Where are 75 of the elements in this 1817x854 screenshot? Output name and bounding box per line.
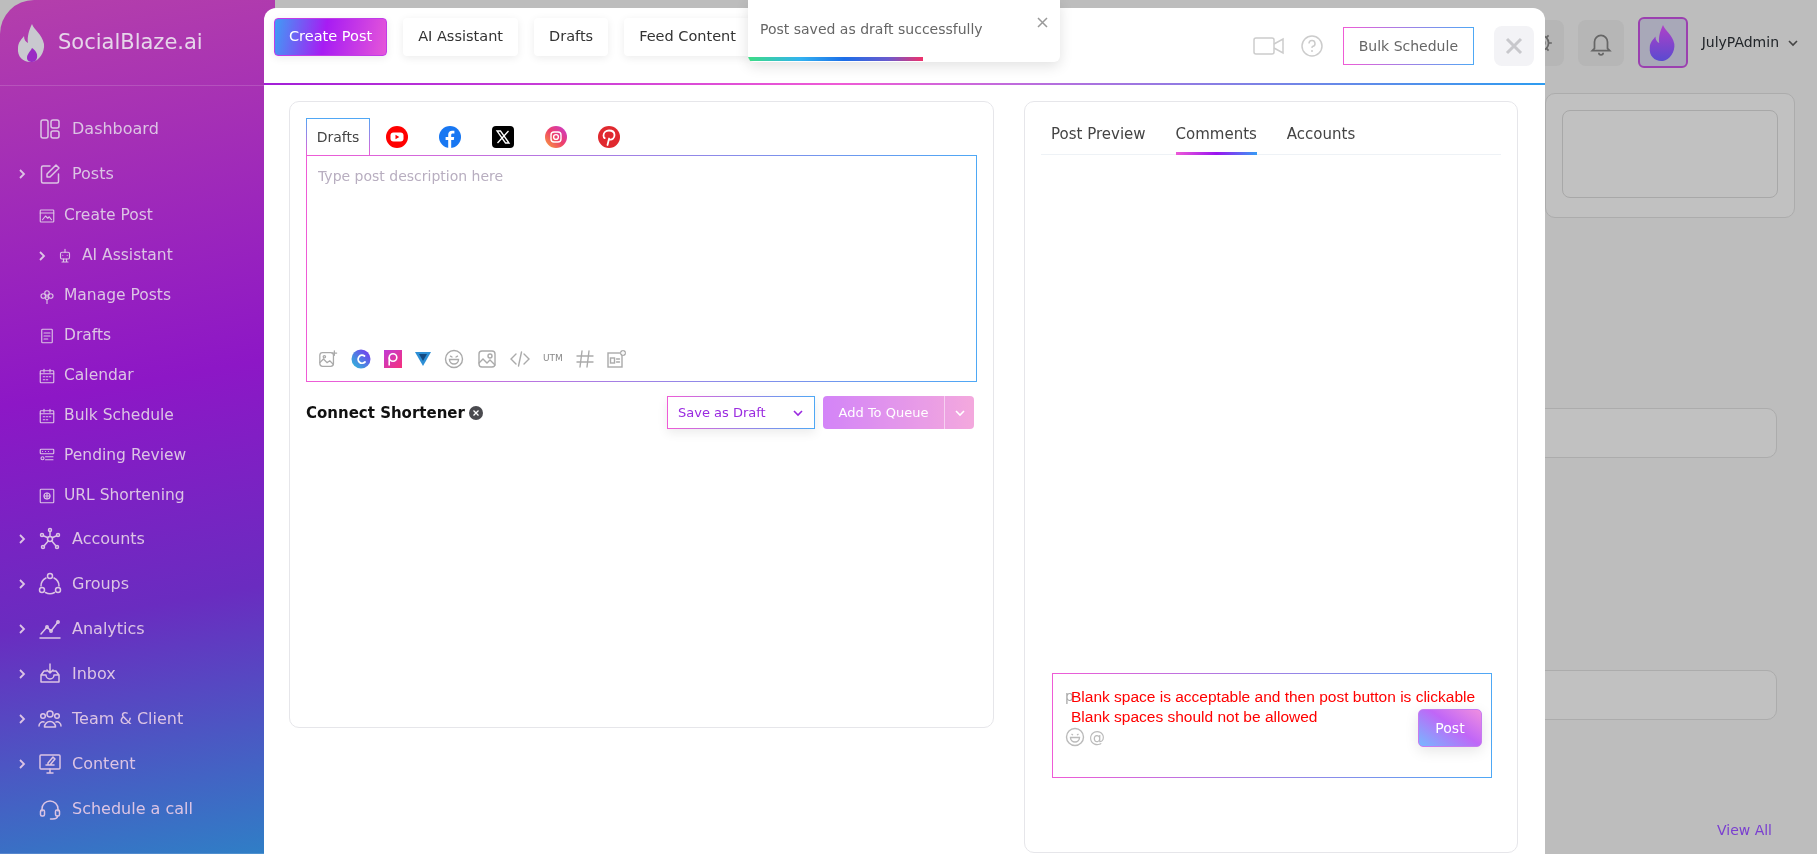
- facebook-icon: [437, 124, 462, 149]
- calendar-icon: [38, 407, 56, 425]
- chevron-icon[interactable]: [16, 757, 28, 770]
- sidebar-item[interactable]: Bulk Schedule: [64, 404, 174, 428]
- sidebar-item[interactable]: URL Shortening: [64, 484, 185, 508]
- swirl-logo-icon[interactable]: [351, 349, 371, 369]
- sidebar-item[interactable]: Dashboard: [72, 116, 159, 141]
- image-search-icon[interactable]: [477, 349, 497, 369]
- code-icon[interactable]: [510, 349, 530, 369]
- network-icon: [38, 526, 62, 551]
- inbox-icon: [38, 661, 62, 686]
- sidebar-item[interactable]: AI Assistant: [82, 244, 173, 268]
- sidebar-item[interactable]: Content: [72, 751, 136, 776]
- comment-field[interactable]: pBlank space is acceptable and then post button is clickable Blank spaces should not be allowed @ Post: [1052, 673, 1492, 778]
- pinterest-icon: [596, 124, 621, 149]
- connect-shortener-label: Connect Shortener: [306, 403, 465, 424]
- flower-icon: [38, 287, 56, 305]
- emoji-icon[interactable]: [444, 349, 464, 369]
- chevron-icon[interactable]: [16, 667, 28, 680]
- sidebar-item[interactable]: Calendar: [64, 364, 134, 388]
- grid-icon: [38, 116, 62, 141]
- sidebar-item[interactable]: Drafts: [64, 324, 112, 348]
- hashtag-icon[interactable]: [575, 350, 594, 368]
- avatar[interactable]: [1637, 17, 1688, 68]
- toast-message: Post saved as draft successfully: [760, 20, 983, 39]
- chevron-icon[interactable]: [16, 167, 28, 180]
- tab[interactable]: Drafts: [306, 118, 370, 155]
- annotation-note: Blank spaces should not be allowed: [1071, 707, 1318, 727]
- utm-button[interactable]: UTM: [543, 352, 563, 366]
- sidebar-item[interactable]: Team & Client: [72, 706, 184, 731]
- tab[interactable]: Create Post: [274, 18, 388, 56]
- sidebar-item[interactable]: Groups: [72, 571, 130, 596]
- sidebar-item[interactable]: Posts: [72, 161, 114, 186]
- close-icon: [1037, 17, 1048, 28]
- instagram-icon: [543, 124, 568, 149]
- pencil-square-icon: [38, 161, 62, 186]
- sidebar-item[interactable]: Inbox: [72, 661, 116, 686]
- view-all-link[interactable]: View All: [1716, 820, 1772, 841]
- youtube-icon: [384, 124, 409, 149]
- close-icon: [1505, 37, 1523, 55]
- user-name[interactable]: JulyPAdmin: [1701, 32, 1779, 53]
- picture-icon: [38, 207, 56, 225]
- group-icon: [38, 571, 62, 596]
- tab[interactable]: Comments: [1175, 102, 1257, 155]
- tab[interactable]: AI Assistant: [403, 18, 518, 56]
- tab[interactable]: Post Preview: [1051, 102, 1146, 155]
- chevron-icon[interactable]: [16, 622, 28, 635]
- document-icon: [38, 327, 56, 345]
- sidebar-item[interactable]: Manage Posts: [64, 284, 171, 308]
- x-icon: [490, 124, 515, 149]
- square-logo-icon[interactable]: [384, 350, 402, 368]
- sidebar-item[interactable]: Analytics: [72, 616, 145, 641]
- save-as-draft-button[interactable]: Save as Draft: [667, 396, 815, 429]
- triangle-icon[interactable]: [415, 352, 431, 366]
- close-icon[interactable]: [468, 406, 483, 421]
- tab[interactable]: Feed Content: [624, 18, 751, 56]
- monitor-icon: [38, 751, 62, 776]
- sidebar-item[interactable]: Create Post: [64, 204, 153, 228]
- tab[interactable]: Accounts: [1286, 102, 1356, 155]
- chevron-icon[interactable]: [16, 577, 28, 590]
- add-picture-icon[interactable]: [318, 349, 338, 369]
- post-button[interactable]: Post: [1418, 709, 1482, 747]
- chevron-icon[interactable]: [16, 712, 28, 725]
- chevron-icon[interactable]: [36, 250, 48, 262]
- bulk-schedule-button[interactable]: Bulk Schedule: [1342, 27, 1474, 65]
- sidebar-item[interactable]: Schedule a call: [72, 796, 193, 821]
- sidebar-item[interactable]: Accounts: [72, 526, 145, 551]
- notification-button[interactable]: [1577, 19, 1624, 66]
- media-add-icon[interactable]: [606, 349, 627, 369]
- calendar-icon: [38, 367, 56, 385]
- annotation-note: Blank space is acceptable and then post button is clickable: [1071, 687, 1476, 707]
- chevron-icon[interactable]: [16, 532, 28, 545]
- brand-name: SocialBlaze.ai: [58, 28, 203, 56]
- tab[interactable]: Drafts: [534, 18, 609, 56]
- sidebar-item[interactable]: Pending Review: [64, 444, 187, 468]
